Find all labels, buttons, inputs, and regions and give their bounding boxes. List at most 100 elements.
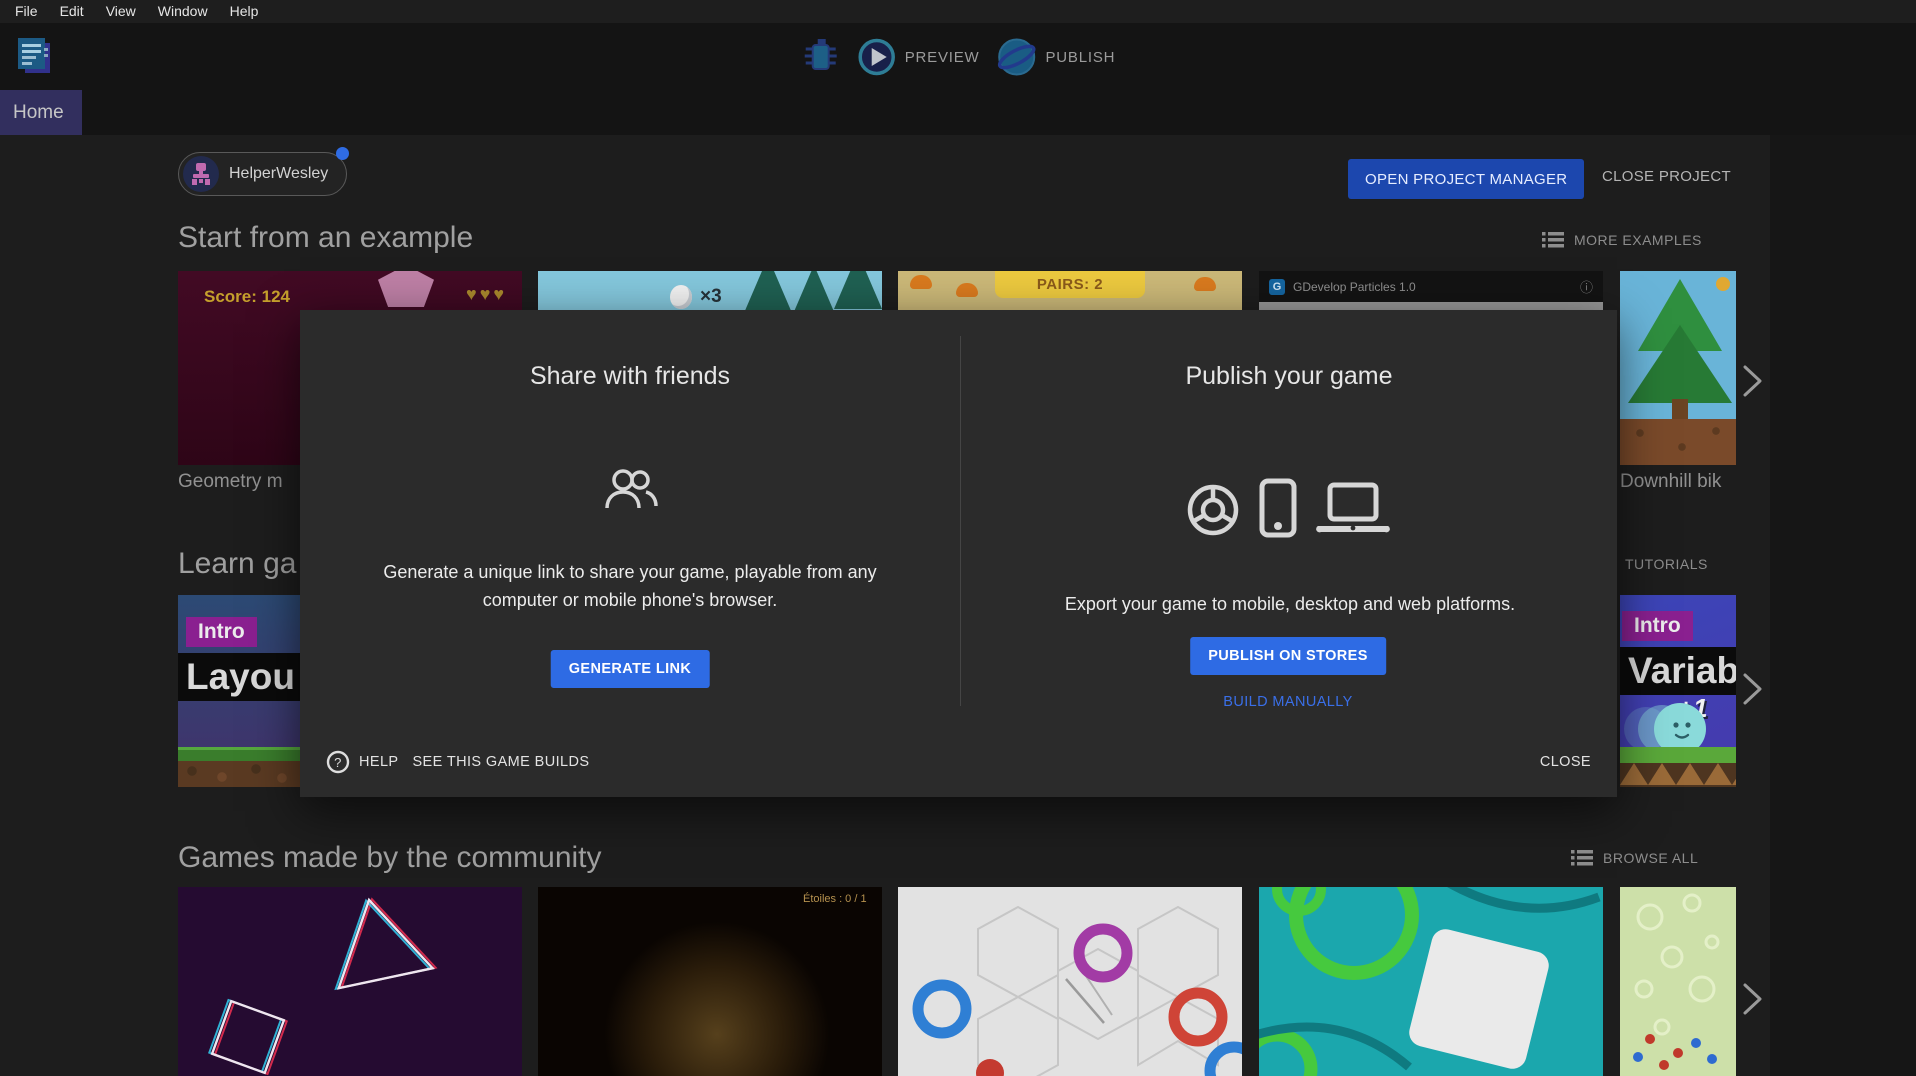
menu-help[interactable]: Help bbox=[219, 0, 270, 23]
preview-label: PREVIEW bbox=[905, 49, 980, 66]
pine-tree-sprite bbox=[1628, 325, 1732, 403]
notification-dot bbox=[336, 147, 349, 160]
menu-file[interactable]: File bbox=[4, 0, 49, 23]
community-card-neon[interactable] bbox=[178, 887, 522, 1076]
right-gutter bbox=[1770, 135, 1916, 1076]
play-circle-icon bbox=[857, 37, 897, 77]
list-icon bbox=[1571, 849, 1593, 867]
browse-all-link[interactable]: BROWSE ALL bbox=[1571, 849, 1698, 867]
stars-hud-text: Étoiles : 0 / 1 bbox=[803, 893, 867, 905]
pentagon-shape bbox=[378, 271, 434, 307]
debug-icon[interactable] bbox=[801, 35, 841, 79]
see-game-builds-button[interactable]: SEE THIS GAME BUILDS bbox=[412, 754, 589, 770]
gdevelop-window: File Edit View Window Help bbox=[0, 0, 1916, 1076]
generate-link-button[interactable]: GENERATE LINK bbox=[551, 650, 710, 688]
build-manually-link[interactable]: BUILD MANUALLY bbox=[1223, 694, 1352, 710]
help-label: HELP bbox=[359, 754, 398, 770]
chevron-right-icon[interactable] bbox=[1741, 363, 1765, 399]
more-examples-link[interactable]: MORE EXAMPLES bbox=[1542, 231, 1702, 249]
more-examples-label: MORE EXAMPLES bbox=[1574, 232, 1702, 248]
coin-sprite bbox=[1716, 277, 1730, 291]
laptop-icon bbox=[1315, 482, 1391, 538]
publish-description: Export your game to mobile, desktop and … bbox=[980, 590, 1600, 618]
menu-edit[interactable]: Edit bbox=[49, 0, 95, 23]
tutorials-link[interactable]: TUTORIALS bbox=[1625, 556, 1708, 572]
close-dialog-button[interactable]: CLOSE bbox=[1540, 754, 1591, 770]
close-label: CLOSE bbox=[1540, 754, 1591, 770]
main-toolbar: PREVIEW PUBLISH bbox=[0, 23, 1916, 90]
multiplier-badge: ×3 bbox=[700, 286, 722, 308]
dirt-ground bbox=[1620, 419, 1736, 465]
publish-title: Publish your game bbox=[961, 362, 1617, 391]
bubbles bbox=[1620, 887, 1736, 1076]
tutorial-card-variables[interactable]: Intro Variab +1 bbox=[1620, 595, 1736, 787]
dialog-divider bbox=[960, 336, 961, 706]
tab-bar: Home bbox=[0, 90, 1916, 135]
mushroom-sprite bbox=[910, 275, 932, 289]
smartphone-icon bbox=[1258, 478, 1298, 538]
examples-section-title: Start from an example bbox=[178, 221, 473, 255]
user-chip[interactable]: HelperWesley bbox=[178, 152, 347, 196]
help-button[interactable]: ? HELP bbox=[326, 750, 398, 774]
community-card-rings[interactable] bbox=[1259, 887, 1603, 1076]
hearts-display: ♥♥♥ bbox=[466, 284, 507, 305]
ball-sprite bbox=[670, 285, 692, 309]
share-title: Share with friends bbox=[300, 362, 960, 391]
gdevelop-logo-icon bbox=[14, 36, 54, 78]
dirt-spikes bbox=[1620, 763, 1736, 787]
help-circle-icon: ? bbox=[326, 750, 350, 774]
community-section-title: Games made by the community bbox=[178, 841, 602, 875]
intro-badge: Intro bbox=[186, 617, 257, 647]
publish-button[interactable]: PUBLISH bbox=[995, 36, 1115, 78]
svg-text:?: ? bbox=[334, 755, 342, 770]
grass-strip bbox=[1620, 747, 1736, 763]
gdevelop-mini-logo-icon: G bbox=[1269, 279, 1285, 295]
menu-view[interactable]: View bbox=[95, 0, 147, 23]
see-game-builds-label: SEE THIS GAME BUILDS bbox=[412, 754, 589, 770]
publish-on-stores-button[interactable]: PUBLISH ON STORES bbox=[1190, 637, 1386, 675]
preview-button[interactable]: PREVIEW bbox=[857, 37, 980, 77]
platform-icons bbox=[1185, 478, 1391, 538]
community-card-bubbles[interactable] bbox=[1620, 887, 1736, 1076]
caption-downhill-clip: Downhill bik bbox=[1620, 471, 1736, 497]
two-people-icon bbox=[602, 468, 660, 510]
share-description-line2: computer or mobile phone's browser. bbox=[320, 586, 940, 614]
info-icon: ⓘ bbox=[1580, 277, 1593, 296]
community-card-bubbles-clip bbox=[1620, 887, 1736, 1076]
browse-all-label: BROWSE ALL bbox=[1603, 850, 1698, 866]
pairs-banner: PAIRS: 2 bbox=[995, 271, 1145, 298]
list-icon bbox=[1542, 231, 1564, 249]
publish-sphere-icon bbox=[995, 36, 1037, 78]
intro-badge: Intro bbox=[1622, 611, 1693, 641]
campfire-glow bbox=[538, 887, 882, 1076]
publish-label: PUBLISH bbox=[1045, 49, 1115, 66]
mushroom-sprite bbox=[956, 283, 978, 297]
share-description: Generate a unique link to share your gam… bbox=[320, 558, 940, 614]
hexagon-rings bbox=[898, 887, 1242, 1076]
close-project-button[interactable]: CLOSE PROJECT bbox=[1596, 167, 1737, 186]
tab-home[interactable]: Home bbox=[0, 90, 82, 135]
chrome-browser-icon bbox=[1185, 482, 1241, 538]
tree-sprite bbox=[834, 271, 882, 309]
tutorial-card-variables-clip: Intro Variab +1 bbox=[1620, 595, 1736, 787]
menu-window[interactable]: Window bbox=[147, 0, 219, 23]
open-project-manager-button[interactable]: OPEN PROJECT MANAGER bbox=[1348, 159, 1584, 199]
chevron-right-icon[interactable] bbox=[1741, 981, 1765, 1017]
caption-geometry-monster: Geometry m bbox=[178, 471, 283, 493]
robot-avatar-icon bbox=[188, 161, 214, 187]
chevron-right-icon[interactable] bbox=[1741, 671, 1765, 707]
dialog-footer: ? HELP SEE THIS GAME BUILDS CLOSE bbox=[300, 746, 1617, 778]
share-publish-dialog: Share with friends Generate a unique lin… bbox=[300, 310, 1617, 797]
example-card-downhill-clip bbox=[1620, 271, 1736, 465]
community-card-hexagons[interactable] bbox=[898, 887, 1242, 1076]
score-text: Score: 124 bbox=[204, 287, 290, 307]
example-card-downhill[interactable] bbox=[1620, 271, 1736, 465]
mushroom-sprite bbox=[1194, 277, 1216, 291]
tutorial-title: Variab bbox=[1620, 647, 1736, 695]
learn-section-title: Learn ga bbox=[178, 547, 296, 581]
community-card-campfire[interactable]: Étoiles : 0 / 1 bbox=[538, 887, 882, 1076]
particles-title: GDevelop Particles 1.0 bbox=[1293, 280, 1580, 294]
particles-header: G GDevelop Particles 1.0 ⓘ bbox=[1259, 271, 1603, 302]
tutorials-label: TUTORIALS bbox=[1625, 556, 1708, 572]
menu-bar: File Edit View Window Help bbox=[0, 0, 1916, 23]
